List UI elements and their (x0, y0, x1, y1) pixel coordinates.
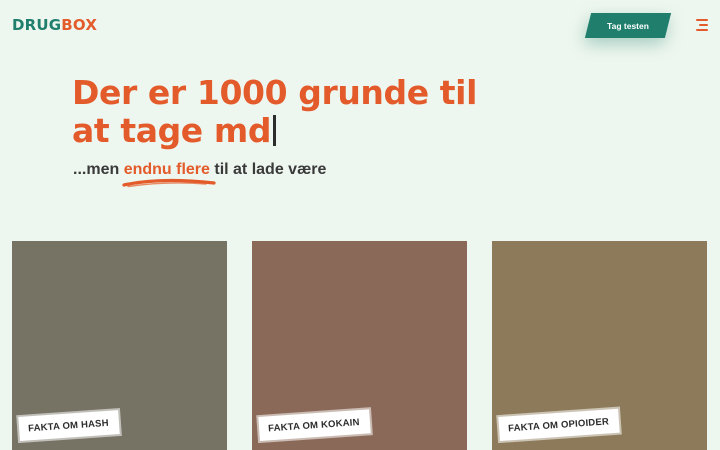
take-test-button[interactable]: Tag testen (588, 13, 668, 38)
menu-line (699, 24, 708, 26)
card-label-kokain: FAKTA OM KOKAIN (258, 409, 371, 441)
card-label-opioider: FAKTA OM OPIOIDER (498, 408, 620, 441)
card-label-hash: FAKTA OM HASH (18, 410, 120, 441)
subtitle-prefix: ...men (73, 161, 124, 178)
page: DRUGBOX Tag testen Der er 1000 grunde ti… (0, 0, 720, 450)
hero-subtitle: ...men endnu flere til at lade være (73, 161, 326, 179)
logo-text-drug: DRUG (12, 16, 62, 34)
subtitle-suffix: til at lade være (209, 161, 327, 178)
brush-underline-icon (122, 178, 216, 188)
card-hash[interactable]: FAKTA OM HASH (12, 241, 227, 450)
card-kokain[interactable]: FAKTA OM KOKAIN (252, 241, 467, 450)
card-opioider[interactable]: FAKTA OM OPIOIDER (492, 241, 707, 450)
hamburger-menu-icon[interactable] (694, 19, 708, 31)
typing-caret (273, 115, 277, 146)
take-test-label: Tag testen (607, 20, 649, 31)
subtitle-highlight: endnu flere (123, 161, 210, 178)
logo-text-box: BOX (61, 16, 98, 34)
hero-title: Der er 1000 grunde til at tage md (72, 74, 492, 150)
menu-line (696, 19, 708, 21)
menu-line (696, 29, 708, 31)
drugbox-logo[interactable]: DRUGBOX (12, 16, 97, 34)
